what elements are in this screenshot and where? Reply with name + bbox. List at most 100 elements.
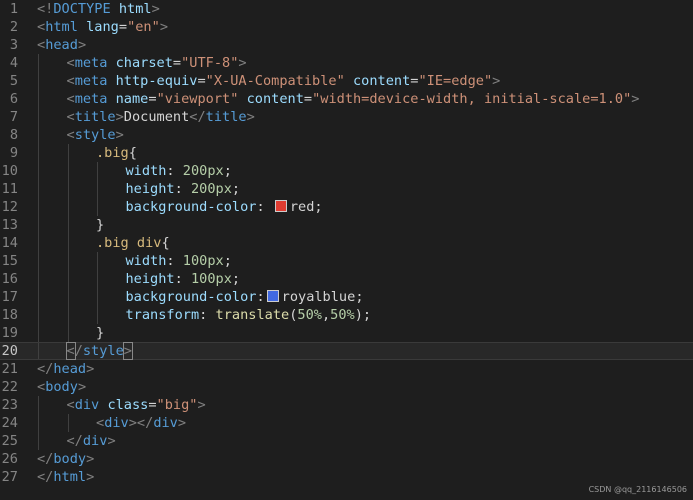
code-token: content — [246, 91, 304, 107]
code-line[interactable]: 15 width: 100px; — [0, 252, 693, 270]
code-token: html — [53, 469, 87, 485]
indent-guide — [67, 306, 69, 324]
code-line[interactable]: 6 <meta name="viewport" content="width=de… — [0, 90, 693, 108]
code-token: = — [303, 91, 313, 107]
indent-guide — [67, 252, 69, 270]
code-token: "IE=edge" — [418, 73, 493, 89]
line-number: 24 — [1, 415, 18, 431]
code-token: > — [177, 415, 187, 431]
color-swatch-icon[interactable] — [274, 200, 287, 212]
code-token: transform — [125, 307, 200, 323]
code-token: : — [174, 181, 191, 197]
code-text: background-color: royalblue; — [126, 288, 364, 306]
code-text: </div> — [67, 432, 116, 450]
code-token: > — [492, 73, 501, 89]
code-token: ; — [355, 289, 364, 305]
code-line[interactable]: 18 transform: translate(50%,50%); — [0, 306, 693, 324]
code-token: width — [125, 253, 167, 269]
code-token: ; — [223, 163, 232, 179]
code-line[interactable]: 23 <div class="big"> — [0, 396, 693, 414]
code-token: > — [86, 469, 95, 485]
code-token: { — [128, 145, 137, 161]
code-token: background-color — [125, 199, 257, 215]
code-token: "UTF-8" — [181, 55, 239, 71]
code-editor[interactable]: 1 <!DOCTYPE html> 2 <html lang="en"> 3 <head>… — [0, 0, 693, 500]
code-line[interactable]: 20 </style> — [0, 342, 693, 360]
code-line[interactable]: 24 <div></div> — [0, 414, 693, 432]
code-token: "viewport" — [156, 91, 239, 107]
code-line[interactable]: 10 width: 200px; — [0, 162, 693, 180]
line-number: 9 — [9, 145, 18, 161]
indent-guide — [67, 288, 69, 306]
code-line[interactable]: 14 .big div{ — [0, 234, 693, 252]
code-line[interactable]: 19} — [0, 324, 693, 342]
indent-guide — [67, 216, 69, 234]
code-line[interactable]: 8 <style> — [0, 126, 693, 144]
indent-guide — [38, 324, 39, 342]
code-token: ; — [314, 199, 323, 215]
code-line[interactable]: 26 </body> — [0, 450, 693, 468]
indent-guide — [38, 234, 39, 252]
code-token: : — [256, 289, 265, 305]
line-number: 23 — [1, 397, 18, 413]
code-token: div — [153, 415, 178, 431]
code-token: > — [115, 127, 124, 143]
code-token: "X-UA-Compatible" — [205, 73, 345, 89]
code-text: width: 100px; — [126, 252, 232, 270]
code-token: < — [66, 127, 75, 143]
indent-guide — [67, 180, 69, 198]
code-line[interactable]: 21 </head> — [0, 360, 693, 378]
code-text: <html lang="en"> — [37, 18, 168, 36]
code-token: meta — [74, 55, 108, 71]
code-token: </ — [37, 451, 54, 467]
code-text: <meta charset="UTF-8"> — [67, 54, 247, 72]
code-line[interactable]: 11 height: 200px; — [0, 180, 693, 198]
code-line[interactable]: 4 <meta charset="UTF-8"> — [0, 54, 693, 72]
code-line[interactable]: 7 <title>Document</title> — [0, 108, 693, 126]
code-token: ; — [223, 253, 232, 269]
indent-guide — [38, 126, 39, 144]
code-token: > — [159, 19, 168, 35]
code-token: div — [82, 433, 108, 449]
code-line[interactable]: 3 <head> — [0, 36, 693, 54]
code-line[interactable]: 27 </html> — [0, 468, 693, 486]
code-text: width: 200px; — [126, 162, 232, 180]
code-text: </html> — [37, 468, 94, 486]
line-number: 8 — [9, 127, 18, 143]
line-number: 11 — [1, 181, 18, 197]
code-text: .big div{ — [96, 234, 170, 252]
code-line[interactable]: 16 height: 100px; — [0, 270, 693, 288]
code-token: { — [161, 235, 170, 251]
code-line[interactable]: 12 background-color: red; — [0, 198, 693, 216]
line-number: 1 — [9, 1, 18, 17]
code-line[interactable]: 17 background-color: royalblue; — [0, 288, 693, 306]
code-token: > — [86, 451, 95, 467]
code-token: royalblue — [281, 289, 356, 305]
code-line[interactable]: 2 <html lang="en"> — [0, 18, 693, 36]
code-line[interactable]: 5 <meta http-equiv="X-UA-Compatible" cont… — [0, 72, 693, 90]
code-text: </style> — [65, 342, 134, 360]
code-token: http-equiv — [115, 73, 198, 89]
code-line[interactable]: 25 </div> — [0, 432, 693, 450]
code-text: </body> — [37, 450, 94, 468]
code-token: content — [352, 73, 411, 89]
code-token: < — [96, 415, 105, 431]
code-token: height — [125, 181, 175, 197]
code-token: < — [66, 55, 75, 71]
code-line[interactable]: 13} — [0, 216, 693, 234]
code-token: > — [122, 342, 134, 360]
code-token: DOCTYPE — [53, 1, 111, 17]
code-token: ; — [231, 181, 241, 197]
indent-guide — [97, 198, 98, 216]
code-line[interactable]: 1 <!DOCTYPE html> — [0, 0, 693, 18]
code-token: : — [166, 253, 183, 269]
line-number: 7 — [9, 109, 18, 125]
code-line[interactable]: 22 <body> — [0, 378, 693, 396]
color-swatch-icon[interactable] — [266, 290, 279, 302]
indent-guide — [97, 252, 98, 270]
indent-guide — [97, 162, 98, 180]
code-text: <meta http-equiv="X-UA-Compatible" conte… — [67, 72, 501, 90]
code-line[interactable]: 9 .big{ — [0, 144, 693, 162]
code-text: transform: translate(50%,50%); — [126, 306, 372, 324]
